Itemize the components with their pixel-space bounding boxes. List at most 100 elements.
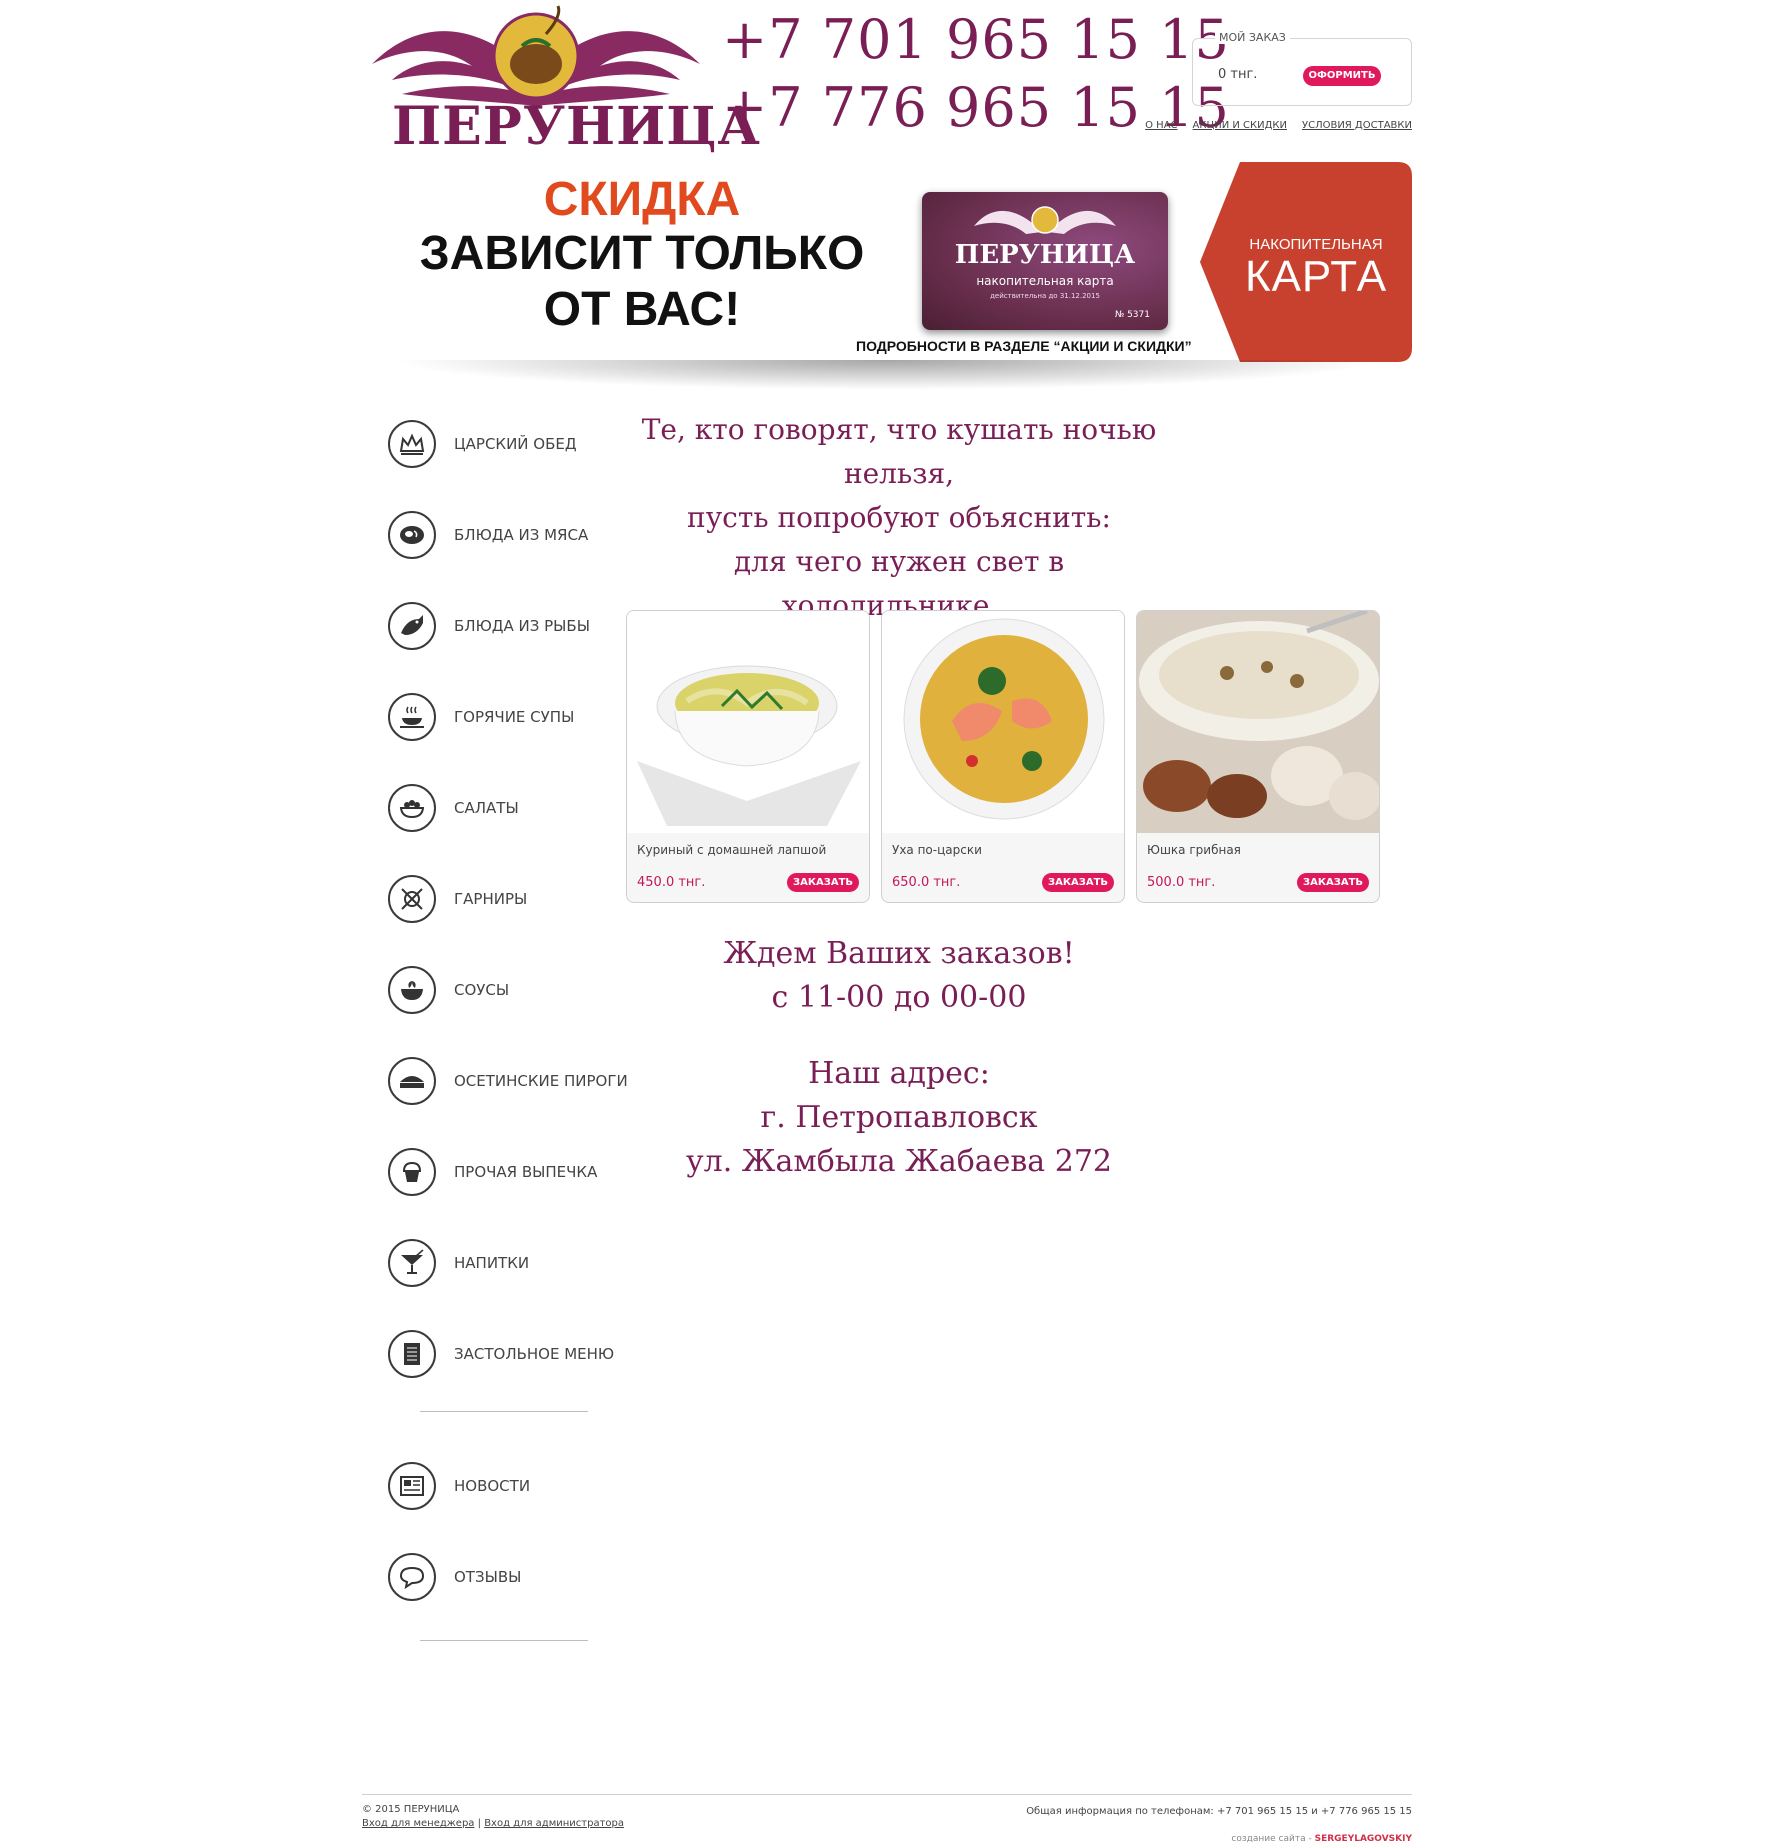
working-hours: Ждем Ваших заказов! с 11-00 до 00-00 — [624, 932, 1174, 1020]
menu-item-other-pastry[interactable]: ПРОЧАЯ ВЫПЕЧКА — [388, 1126, 618, 1217]
product-image[interactable] — [882, 611, 1124, 833]
menu-item-side-dishes[interactable]: ГАРНИРЫ — [388, 853, 618, 944]
hours-heading: Ждем Ваших заказов! — [723, 936, 1075, 971]
card-subtitle: накопительная карта — [976, 274, 1114, 288]
pie-icon — [388, 1056, 436, 1105]
menu-item-royal-lunch[interactable]: ЦАРСКИЙ ОБЕД — [388, 398, 618, 489]
menu-divider — [420, 1640, 588, 1641]
meat-icon — [388, 510, 436, 559]
menu-item-reviews[interactable]: ОТЗЫВЫ — [388, 1531, 618, 1622]
product-card[interactable]: Куриный с домашней лапшой 450.0 тнг. ЗАК… — [626, 610, 870, 903]
welcome-quote: Те, кто говорят, что кушать ночью нельзя… — [624, 408, 1174, 628]
nav-link-about[interactable]: О НАС — [1145, 120, 1177, 131]
order-total: 0 тнг. — [1218, 67, 1258, 82]
cocktail-icon — [388, 1238, 436, 1287]
fish-icon — [388, 601, 436, 650]
menu-label: БЛЮДА ИЗ РЫБЫ — [454, 616, 590, 635]
promo-banner[interactable]: СКИДКА ЗАВИСИТ ТОЛЬКО ОТ ВАС! ПЕРУНИЦА н… — [362, 162, 1412, 362]
menu-item-hot-soups[interactable]: ГОРЯЧИЕ СУПЫ — [388, 671, 618, 762]
footer-divider — [362, 1794, 1412, 1795]
product-price: 500.0 тнг. — [1147, 875, 1216, 890]
product-card[interactable]: Юшка грибная 500.0 тнг. ЗАКАЗАТЬ — [1136, 610, 1380, 903]
crown-icon — [388, 419, 436, 468]
tag-subtitle: НАКОПИТЕЛЬНАЯ — [1249, 236, 1383, 253]
menu-label: СОУСЫ — [454, 980, 510, 999]
checkout-button[interactable]: ОФОРМИТЬ — [1303, 66, 1381, 86]
footer-links: Вход для менеджера | Вход для администра… — [362, 1818, 624, 1829]
sauce-bowl-icon — [388, 965, 436, 1014]
address-city: г. Петропавловск — [760, 1100, 1038, 1135]
quote-line: пусть попробуют объяснить: — [687, 501, 1111, 534]
credit-name[interactable]: SERGEYLAGOVSKIY — [1315, 1834, 1412, 1844]
logo-text: ПЕРУНИЦА — [392, 96, 761, 157]
newspaper-icon — [388, 1461, 436, 1510]
site-credit[interactable]: создание сайта - SERGEYLAGOVSKIY — [1231, 1834, 1412, 1844]
phone-2[interactable]: +7 776 965 15 15 — [722, 74, 1230, 142]
salad-icon — [388, 783, 436, 832]
menu-item-sauces[interactable]: СОУСЫ — [388, 944, 618, 1035]
product-name: Юшка грибная — [1147, 843, 1241, 857]
credit-prefix: создание сайта - — [1231, 1834, 1312, 1844]
menu-label: ЗАСТОЛЬНОЕ МЕНЮ — [454, 1344, 615, 1363]
logo[interactable]: ПЕРУНИЦА — [362, 4, 760, 157]
tag-title: КАРТА — [1244, 252, 1388, 301]
footer-phones: Общая информация по телефонам: +7 701 96… — [1026, 1806, 1412, 1817]
nav-link-delivery[interactable]: УСЛОВИЯ ДОСТАВКИ — [1302, 120, 1412, 131]
loyalty-card-image: ПЕРУНИЦА накопительная карта действитель… — [922, 192, 1168, 330]
menu-book-icon — [388, 1329, 436, 1378]
product-name: Уха по-царски — [892, 843, 982, 857]
nav-link-promotions[interactable]: АКЦИИ И СКИДКИ — [1193, 120, 1287, 131]
order-button[interactable]: ЗАКАЗАТЬ — [1042, 873, 1114, 892]
my-order-box: МОЙ ЗАКАЗ 0 тнг. ОФОРМИТЬ — [1192, 31, 1412, 106]
my-order-legend: МОЙ ЗАКАЗ — [1215, 31, 1290, 44]
order-button[interactable]: ЗАКАЗАТЬ — [1297, 873, 1369, 892]
menu-label: ГАРНИРЫ — [454, 889, 528, 908]
product-price: 650.0 тнг. — [892, 875, 961, 890]
banner-headline: СКИДКА — [543, 173, 741, 226]
manager-login-link[interactable]: Вход для менеджера — [362, 1818, 474, 1829]
product-price: 450.0 тнг. — [637, 875, 706, 890]
admin-login-link[interactable]: Вход для администратора — [484, 1818, 624, 1829]
category-menu: ЦАРСКИЙ ОБЕД БЛЮДА ИЗ МЯСА БЛЮДА ИЗ РЫБЫ… — [388, 398, 628, 1641]
menu-item-salads[interactable]: САЛАТЫ — [388, 762, 618, 853]
menu-divider — [420, 1411, 588, 1412]
card-number: № 5371 — [1114, 310, 1150, 320]
phone-1[interactable]: +7 701 965 15 15 — [722, 6, 1230, 74]
product-list: Куриный с домашней лапшой 450.0 тнг. ЗАК… — [626, 610, 1380, 903]
hot-soup-icon — [388, 692, 436, 741]
address-heading: Наш адрес: — [808, 1056, 990, 1091]
menu-label: ОСЕТИНСКИЕ ПИРОГИ — [454, 1071, 628, 1090]
menu-item-meat[interactable]: БЛЮДА ИЗ МЯСА — [388, 489, 618, 580]
menu-label: ЦАРСКИЙ ОБЕД — [454, 434, 577, 453]
footer-link-separator: | — [477, 1818, 481, 1829]
menu-label: САЛАТЫ — [454, 798, 519, 817]
menu-item-ossetian-pies[interactable]: ОСЕТИНСКИЕ ПИРОГИ — [388, 1035, 628, 1126]
menu-label: ПРОЧАЯ ВЫПЕЧКА — [454, 1162, 598, 1181]
menu-item-fish[interactable]: БЛЮДА ИЗ РЫБЫ — [388, 580, 618, 671]
menu-label: БЛЮДА ИЗ МЯСА — [454, 525, 589, 544]
menu-label: ГОРЯЧИЕ СУПЫ — [454, 707, 575, 726]
menu-item-feast-menu[interactable]: ЗАСТОЛЬНОЕ МЕНЮ — [388, 1308, 618, 1399]
fork-knife-icon — [388, 874, 436, 923]
address-block: Наш адрес: г. Петропавловск ул. Жамбыла … — [624, 1052, 1174, 1184]
menu-label: НАПИТКИ — [454, 1253, 530, 1272]
menu-item-news[interactable]: НОВОСТИ — [388, 1440, 618, 1531]
speech-bubble-icon — [388, 1552, 436, 1601]
menu-label: ОТЗЫВЫ — [454, 1567, 522, 1586]
copyright: © 2015 ПЕРУНИЦА — [362, 1804, 460, 1815]
order-button[interactable]: ЗАКАЗАТЬ — [787, 873, 859, 892]
hours-value: с 11-00 до 00-00 — [771, 980, 1027, 1015]
banner-note: ПОДРОБНОСТИ В РАЗДЕЛЕ “АКЦИИ И СКИДКИ” — [856, 338, 1192, 354]
menu-item-drinks[interactable]: НАПИТКИ — [388, 1217, 618, 1308]
card-brand: ПЕРУНИЦА — [954, 240, 1136, 270]
banner-line-2: ЗАВИСИТ ТОЛЬКО — [419, 227, 865, 280]
product-name: Куриный с домашней лапшой — [637, 843, 827, 857]
quote-line: Те, кто говорят, что кушать ночью нельзя… — [641, 413, 1157, 490]
address-street: ул. Жамбыла Жабаева 272 — [686, 1144, 1112, 1179]
product-card[interactable]: Уха по-царски 650.0 тнг. ЗАКАЗАТЬ — [881, 610, 1125, 903]
cupcake-icon — [388, 1147, 436, 1196]
menu-label: НОВОСТИ — [454, 1476, 531, 1495]
top-nav: О НАС АКЦИИ И СКИДКИ УСЛОВИЯ ДОСТАВКИ — [1145, 120, 1412, 131]
product-image[interactable] — [1137, 611, 1379, 833]
product-image[interactable] — [627, 611, 869, 833]
